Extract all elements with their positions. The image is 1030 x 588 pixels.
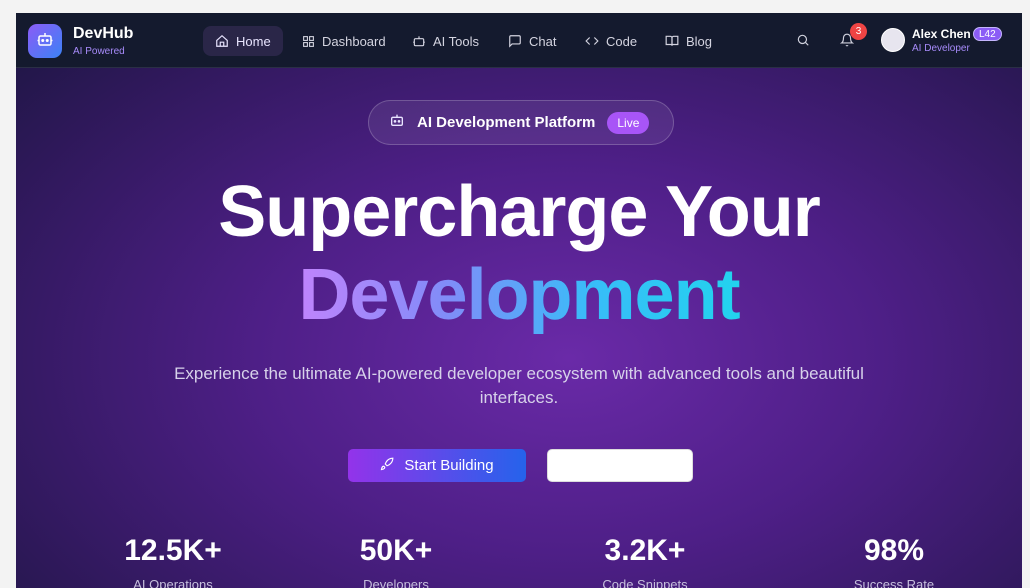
hero-title-line2: Development: [16, 253, 1022, 337]
stat-value: 12.5K+: [124, 534, 222, 567]
robot-logo-icon: [36, 30, 54, 53]
nav-item-label: Code: [606, 33, 638, 49]
hero-description: Experience the ultimate AI-powered devel…: [174, 364, 864, 407]
platform-pill: AI Development Platform Live: [368, 100, 674, 145]
nav-item-dashboard[interactable]: Dashboard: [289, 26, 398, 56]
avatar[interactable]: [881, 28, 905, 52]
gradient-title-text: Development: [298, 255, 740, 335]
home-icon: [215, 34, 229, 48]
nav-item-chat[interactable]: Chat: [496, 26, 568, 56]
stat-developers: 50K+ Developers: [296, 533, 496, 588]
user-name[interactable]: Alex Chen: [912, 27, 971, 41]
nav-item-label: Dashboard: [322, 33, 386, 49]
nav-item-ai-tools[interactable]: AI Tools: [400, 26, 491, 56]
user-role: AI Developer: [912, 43, 970, 54]
stat-code-snippets: 3.2K+ Code Snippets: [545, 533, 745, 588]
nav-item-home[interactable]: Home: [203, 26, 283, 56]
nav-item-label: Home: [236, 33, 271, 49]
nav-item-code[interactable]: Code: [573, 26, 649, 56]
stat-label: AI Operations: [133, 577, 213, 588]
stat-label: Success Rate: [853, 577, 935, 588]
chat-icon: [508, 34, 522, 48]
secondary-button[interactable]: [547, 449, 693, 482]
nav-item-label: AI Tools: [433, 33, 480, 49]
robot-icon: [389, 112, 405, 133]
notification-badge: 3: [850, 23, 867, 40]
nav-item-label: Chat: [529, 33, 557, 49]
stat-ai-operations: 12.5K+ AI Operations: [73, 533, 273, 588]
brand-tagline: AI Powered: [73, 46, 125, 57]
stat-success-rate: 98% Success Rate: [794, 533, 994, 588]
search-icon[interactable]: [796, 33, 810, 52]
dashboard-icon: [301, 34, 315, 48]
start-building-button[interactable]: Start Building: [348, 449, 526, 482]
top-navbar: DevHub AI Powered Home Dashboard AI Tool…: [16, 13, 1022, 68]
brand-name: DevHub: [73, 25, 134, 42]
live-badge: Live: [607, 111, 650, 134]
stat-label: Developers: [363, 577, 429, 588]
logo[interactable]: [28, 24, 62, 58]
stat-value: 98%: [863, 534, 925, 567]
code-icon: [585, 34, 599, 48]
stat-value: 3.2K+: [604, 534, 686, 567]
start-building-label: Start Building: [404, 457, 494, 474]
stat-value: 50K+: [359, 534, 433, 567]
stat-label: Code Snippets: [602, 577, 688, 588]
app-frame: DevHub AI Powered Home Dashboard AI Tool…: [16, 13, 1022, 588]
hero-title-line1: Supercharge Your: [218, 172, 821, 252]
rocket-icon: [380, 457, 394, 475]
nav-item-label: Blog: [686, 33, 713, 49]
book-icon: [665, 34, 679, 48]
pill-text: AI Development Platform: [417, 114, 596, 131]
robot-icon: [412, 34, 426, 48]
nav-item-blog[interactable]: Blog: [653, 26, 724, 56]
level-badge: L42: [973, 27, 1002, 41]
